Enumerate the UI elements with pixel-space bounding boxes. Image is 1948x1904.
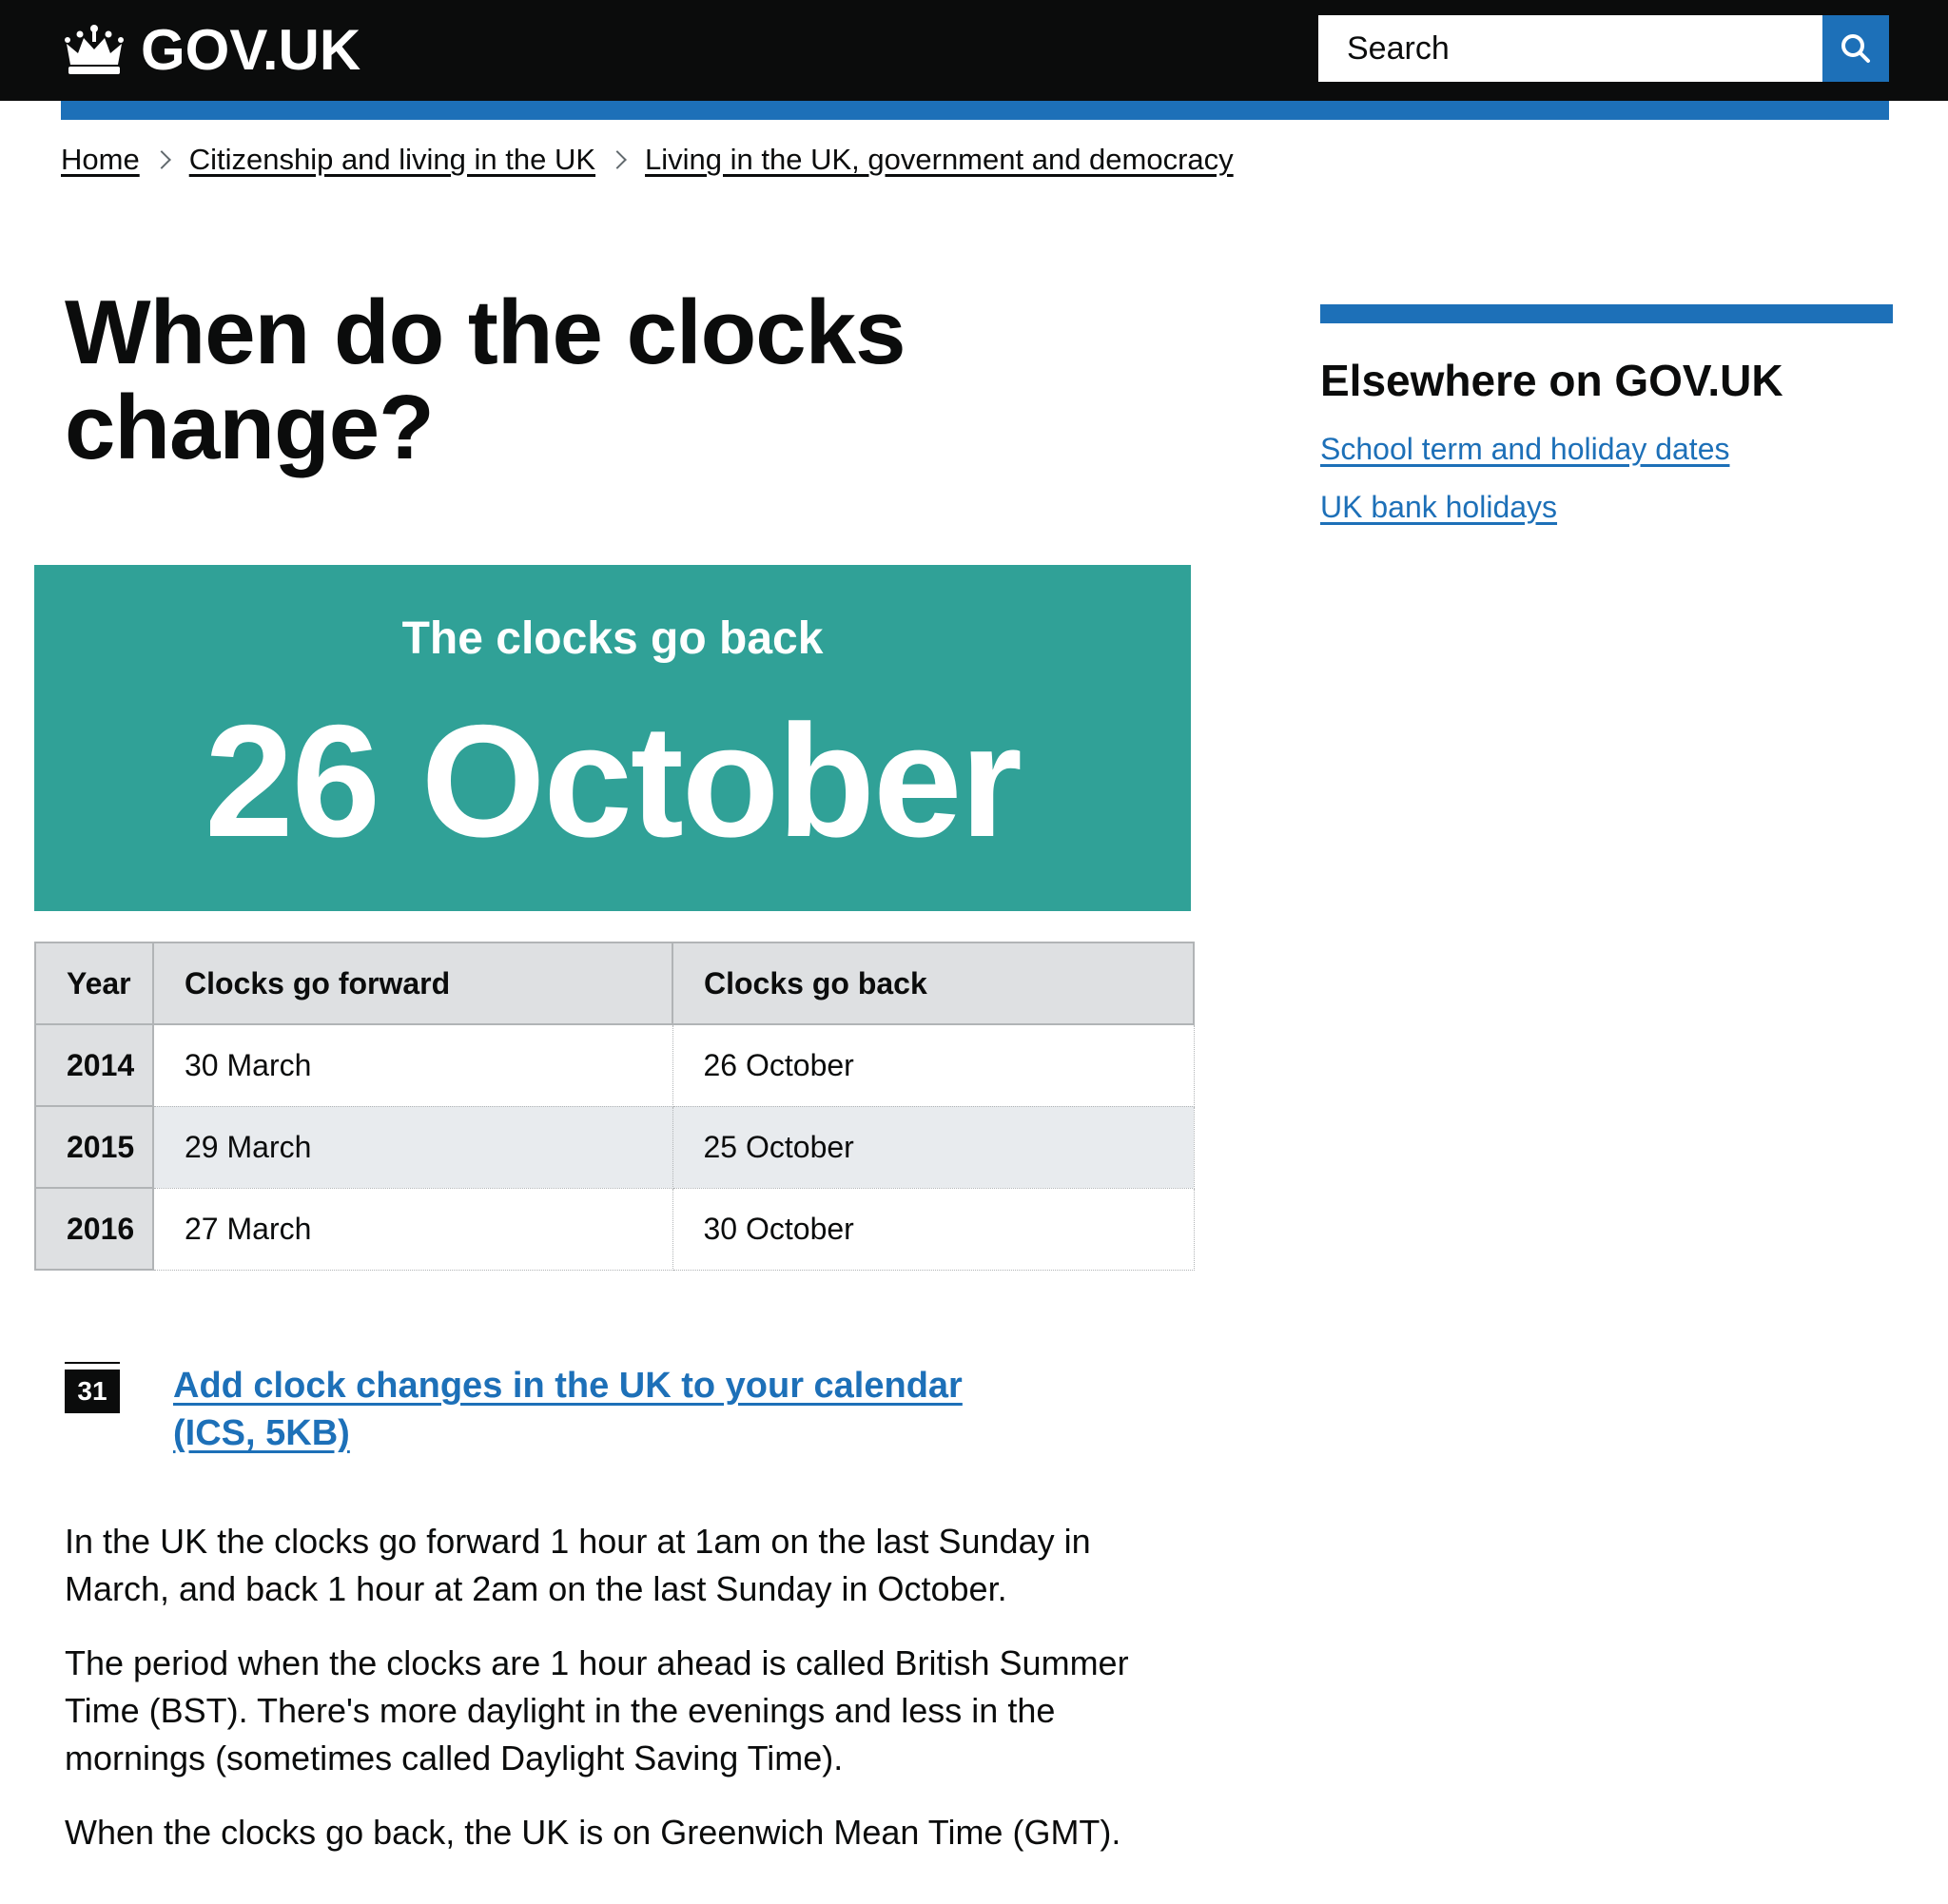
breadcrumb-home[interactable]: Home — [61, 143, 140, 177]
search-input[interactable] — [1318, 15, 1822, 82]
clock-change-table: Year Clocks go forward Clocks go back 20… — [34, 942, 1195, 1271]
table-row: 2015 29 March 25 October — [34, 1105, 1195, 1189]
related-link-bank-holidays[interactable]: UK bank holidays — [1320, 490, 1893, 525]
calendar-icon-label: 31 — [77, 1376, 107, 1406]
header-accent-bar — [61, 101, 1889, 120]
year-cell: 2016 — [34, 1187, 154, 1271]
year-cell: 2015 — [34, 1105, 154, 1189]
back-cell: 25 October — [672, 1105, 1195, 1189]
logo-text: GOV.UK — [141, 18, 361, 82]
crown-icon — [65, 25, 124, 74]
table-row: 2016 27 March 30 October — [34, 1187, 1195, 1271]
panel-date: 26 October — [205, 691, 1023, 870]
year-cell: 2014 — [34, 1023, 154, 1107]
chevron-right-icon — [608, 150, 627, 169]
next-change-panel: The clocks go back 26 October — [34, 565, 1191, 911]
calendar-icon: 31 — [65, 1364, 120, 1413]
forward-cell: 29 March — [152, 1105, 673, 1189]
related-link-school-term[interactable]: School term and holiday dates — [1320, 432, 1893, 467]
breadcrumb-citizenship[interactable]: Citizenship and living in the UK — [189, 143, 595, 177]
add-to-calendar-link[interactable]: Add clock changes in the UK to your cale… — [173, 1362, 1029, 1457]
forward-cell: 30 March — [152, 1023, 673, 1107]
chevron-right-icon — [151, 150, 171, 169]
sidebar-title: Elsewhere on GOV.UK — [1320, 356, 1783, 405]
search-icon — [1841, 34, 1870, 63]
back-cell: 26 October — [672, 1023, 1195, 1107]
paragraph: The period when the clocks are 1 hour ah… — [65, 1643, 1129, 1778]
govuk-logo-link[interactable]: GOV.UK — [61, 17, 360, 84]
panel-subtitle: The clocks go back — [401, 613, 824, 664]
body-content: In the UK the clocks go forward 1 hour a… — [65, 1518, 1149, 1883]
table-header-row: Year Clocks go forward Clocks go back — [34, 942, 1195, 1025]
table-row: 2014 30 March 26 October — [34, 1023, 1195, 1107]
column-header-forward: Clocks go forward — [152, 942, 673, 1025]
paragraph: When the clocks go back, the UK is on Gr… — [65, 1813, 1121, 1852]
page-title: When do the clocks change? — [65, 282, 906, 478]
back-cell: 30 October — [672, 1187, 1195, 1271]
paragraph: In the UK the clocks go forward 1 hour a… — [65, 1522, 1091, 1608]
column-header-year: Year — [34, 942, 154, 1025]
related-links-sidebar: Elsewhere on GOV.UK School term and holi… — [1320, 304, 1893, 525]
column-header-back: Clocks go back — [672, 942, 1195, 1025]
forward-cell: 27 March — [152, 1187, 673, 1271]
breadcrumb-living-in-uk[interactable]: Living in the UK, government and democra… — [645, 143, 1234, 177]
search-button[interactable] — [1822, 15, 1889, 82]
breadcrumb: Home Citizenship and living in the UK Li… — [61, 143, 1234, 177]
site-header: GOV.UK — [0, 0, 1948, 101]
